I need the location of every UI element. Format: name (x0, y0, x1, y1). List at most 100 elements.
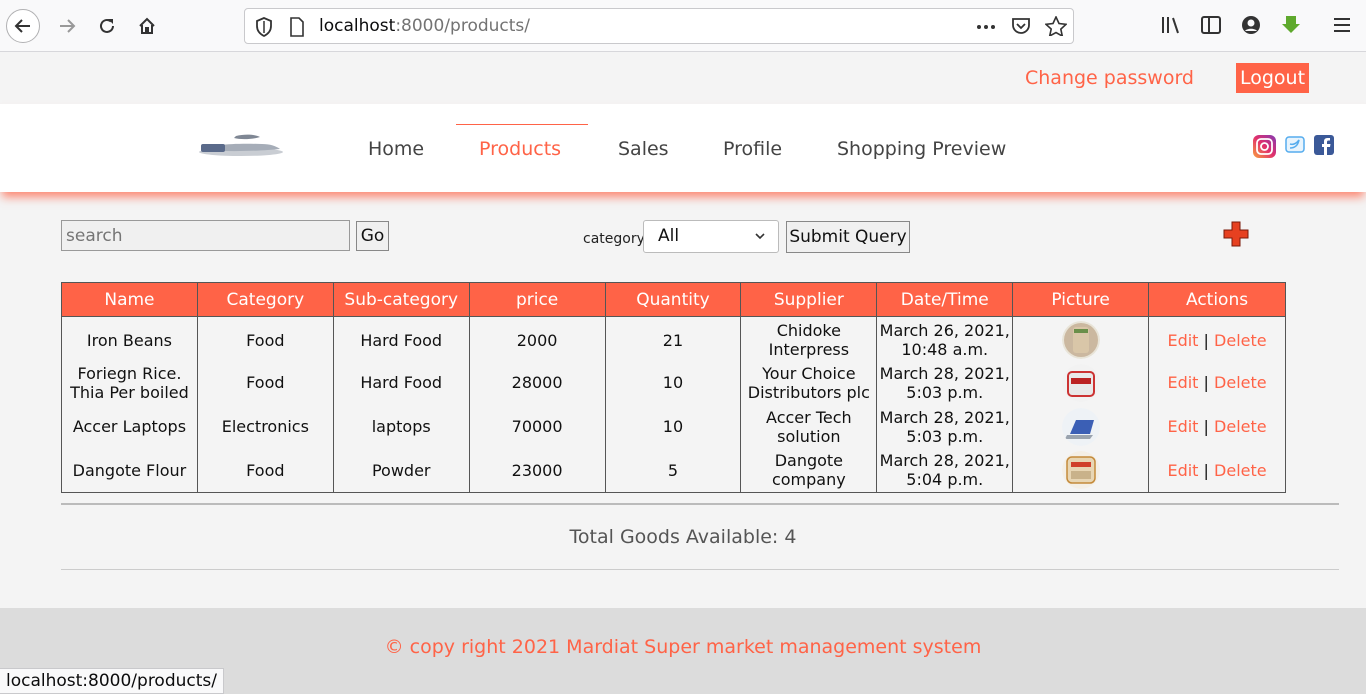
change-password-link[interactable]: Change password (1025, 67, 1194, 89)
product-supplier: Accer Tech solution (740, 404, 878, 449)
product-quantity: 5 (604, 448, 742, 493)
nav-shopping-preview[interactable]: Shopping Preview (837, 138, 1006, 160)
product-subcategory: Hard Food (332, 360, 470, 405)
table-header-row: Name Category Sub-category price Quantit… (61, 282, 1286, 317)
menu-icon[interactable] (1332, 14, 1352, 36)
product-quantity: 10 (604, 404, 742, 449)
forward-button[interactable] (50, 9, 84, 43)
url-path: :8000/products/ (395, 16, 531, 36)
product-price: 23000 (468, 448, 606, 493)
library-icon[interactable] (1160, 14, 1182, 36)
product-picture-cell (1012, 448, 1150, 493)
product-subcategory: Hard Food (332, 316, 470, 361)
table-row: Dangote Flour Food Powder 23000 5 Dangot… (61, 448, 1286, 493)
product-picture-cell (1012, 316, 1150, 361)
active-nav-indicator (456, 124, 588, 125)
nav-profile[interactable]: Profile (723, 138, 782, 160)
reload-icon (100, 18, 114, 33)
reload-button[interactable] (90, 9, 124, 43)
home-button[interactable] (130, 9, 164, 43)
column-header: Supplier (740, 282, 878, 317)
product-category: Food (196, 448, 334, 493)
action-separator: | (1203, 373, 1209, 392)
product-name: Iron Beans (61, 316, 198, 361)
facebook-icon[interactable] (1314, 134, 1334, 156)
account-icon[interactable] (1240, 14, 1262, 36)
product-name: Accer Laptops (61, 404, 198, 449)
column-header: Name (61, 282, 198, 317)
product-thumbnail-image (1061, 451, 1100, 490)
action-separator: | (1203, 330, 1209, 350)
site-header: Home Products Sales Profile Shopping Pre… (0, 104, 1366, 192)
column-header: price (468, 282, 606, 317)
delete-link[interactable]: Delete (1214, 331, 1267, 350)
divider (61, 503, 1339, 505)
arrow-left-icon (14, 19, 30, 33)
column-header: Actions (1148, 282, 1286, 317)
account-links: Change password Logout (0, 52, 1366, 104)
delete-link[interactable]: Delete (1214, 461, 1267, 480)
home-icon (139, 17, 155, 34)
url-text[interactable]: localhost:8000/products/ (319, 16, 530, 36)
product-datetime: March 28, 2021, 5:04 p.m. (876, 448, 1014, 493)
column-header: Sub-category (332, 282, 470, 317)
search-input[interactable] (61, 220, 350, 251)
pocket-icon[interactable] (1011, 16, 1031, 36)
back-button[interactable] (6, 9, 40, 43)
product-price: 28000 (468, 360, 606, 405)
action-separator: | (1203, 417, 1209, 436)
go-button[interactable]: Go (356, 221, 389, 251)
instagram-icon[interactable] (1252, 134, 1277, 159)
product-supplier: Your Choice Distributors plc (740, 360, 878, 405)
product-category: Food (196, 360, 334, 405)
row-actions: Edit | Delete (1148, 448, 1286, 493)
edit-link[interactable]: Edit (1167, 373, 1198, 392)
more-icon[interactable] (975, 16, 997, 36)
product-picture-cell (1012, 360, 1150, 405)
row-actions: Edit | Delete (1148, 360, 1286, 405)
product-quantity: 10 (604, 360, 742, 405)
row-actions: Edit | Delete (1148, 404, 1286, 449)
chevron-down-icon (755, 233, 765, 240)
edit-link[interactable]: Edit (1167, 417, 1198, 436)
url-host: localhost (319, 16, 396, 36)
edit-link[interactable]: Edit (1167, 461, 1198, 480)
nav-sales[interactable]: Sales (618, 138, 669, 160)
add-product-icon[interactable] (1222, 220, 1250, 248)
column-header: Category (196, 282, 334, 317)
category-label: category (583, 231, 645, 247)
shield-icon[interactable] (255, 17, 273, 37)
product-datetime: March 26, 2021, 10:48 a.m. (876, 316, 1014, 361)
product-category: Electronics (196, 404, 334, 449)
nav-home[interactable]: Home (368, 138, 424, 160)
products-table: Name Category Sub-category price Quantit… (61, 282, 1286, 493)
product-supplier: Chidoke Interpress (740, 316, 878, 361)
table-row: Foriegn Rice. Thia Per boiled Food Hard … (61, 360, 1286, 405)
category-selected-value: All (658, 226, 680, 246)
twitter-icon[interactable] (1285, 134, 1305, 154)
product-thumbnail-image (1061, 321, 1100, 360)
site-logo[interactable] (196, 130, 286, 158)
product-picture-cell (1012, 404, 1150, 449)
download-icon[interactable] (1280, 14, 1302, 36)
logout-button[interactable]: Logout (1236, 63, 1310, 93)
column-header: Quantity (604, 282, 742, 317)
nav-products[interactable]: Products (479, 138, 561, 160)
table-row: Accer Laptops Electronics laptops 70000 … (61, 404, 1286, 449)
delete-link[interactable]: Delete (1214, 373, 1267, 392)
row-actions: Edit | Delete (1148, 316, 1286, 361)
product-price: 2000 (468, 316, 606, 361)
star-icon[interactable] (1045, 16, 1067, 36)
column-header: Picture (1012, 282, 1150, 317)
sidebar-icon[interactable] (1200, 14, 1222, 36)
product-supplier: Dangote company (740, 448, 878, 493)
delete-link[interactable]: Delete (1214, 417, 1267, 436)
table-row: Iron Beans Food Hard Food 2000 21 Chidok… (61, 316, 1286, 361)
url-bar[interactable]: localhost:8000/products/ (244, 8, 1074, 44)
product-subcategory: Powder (332, 448, 470, 493)
page-icon (290, 17, 304, 37)
edit-link[interactable]: Edit (1167, 331, 1198, 350)
product-quantity: 21 (604, 316, 742, 361)
category-select[interactable]: All (643, 220, 779, 253)
submit-query-button[interactable]: Submit Query (786, 221, 910, 253)
